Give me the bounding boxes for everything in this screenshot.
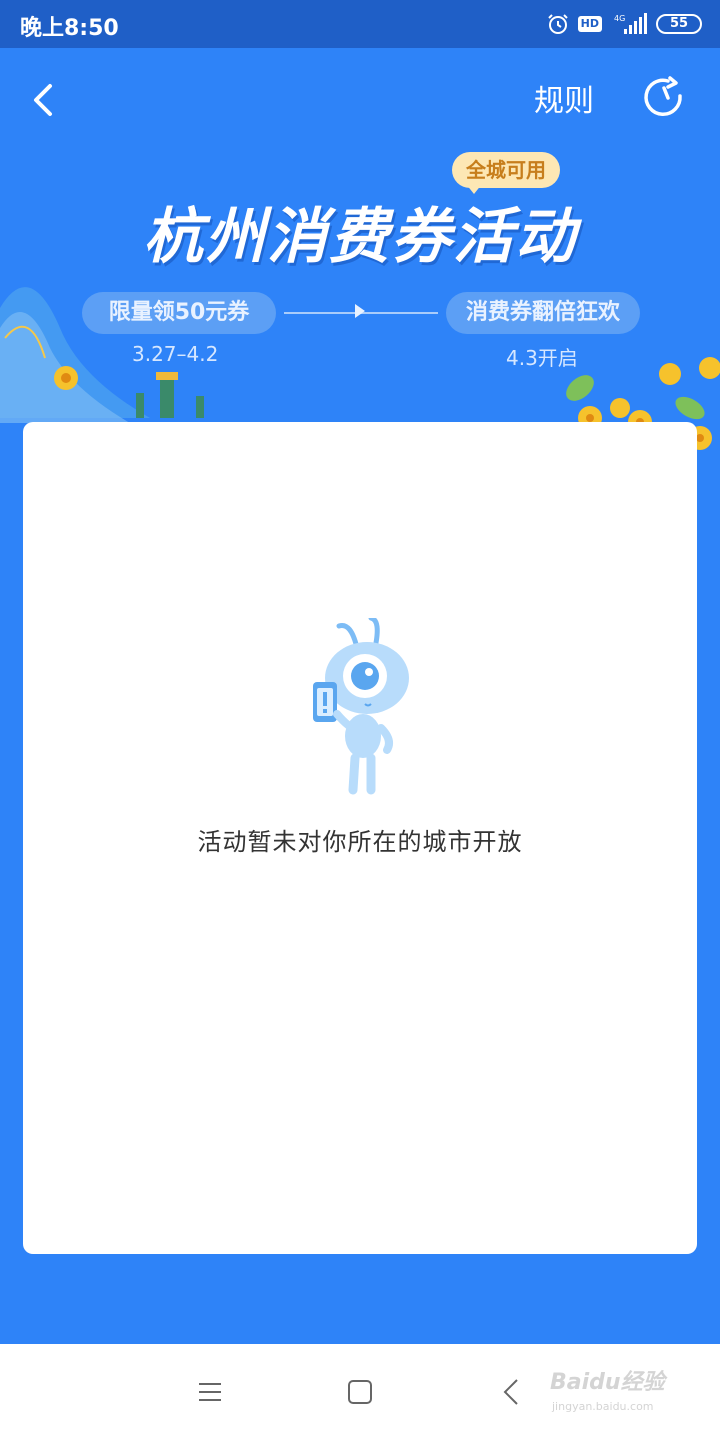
empty-state-message: 活动暂未对你所在的城市开放: [197, 828, 523, 856]
ant-mascot-illustration: [313, 618, 409, 795]
timeline-arrow-icon: [355, 304, 365, 318]
content-card: 活动暂未对你所在的城市开放: [23, 422, 697, 1254]
hd-icon: HD: [577, 16, 602, 32]
step-double-pill: 消费券翻倍狂欢: [446, 292, 640, 334]
refresh-icon[interactable]: [640, 74, 688, 122]
alarm-icon: [547, 14, 568, 34]
rules-link[interactable]: 规则: [534, 76, 594, 120]
status-bar: 晚上8:50 HD 4G 55: [0, 0, 720, 48]
chevron-left-icon: [34, 84, 52, 116]
citywide-tag: 全城可用: [452, 152, 560, 188]
menu-icon[interactable]: [190, 1372, 230, 1412]
step-double-date: 4.3开启: [506, 346, 578, 370]
app-area: 规则 全城可用 杭州消费券活动 限量领50元券 消费券翻倍狂欢 3.27–4.2…: [0, 48, 720, 1344]
battery-indicator: 55: [656, 14, 702, 34]
system-nav-bar: Baidu经验 jingyan.baidu.com: [0, 1344, 720, 1440]
nav-back-icon[interactable]: [492, 1372, 532, 1412]
svg-text:4G: 4G: [614, 14, 625, 23]
home-icon[interactable]: [340, 1372, 380, 1412]
back-button[interactable]: [22, 78, 66, 122]
watermark-url: jingyan.baidu.com: [552, 1400, 654, 1413]
step-claim-date: 3.27–4.2: [132, 342, 219, 366]
status-icons: HD 4G 55: [546, 10, 702, 38]
step-claim-pill: 限量领50元券: [82, 292, 276, 334]
status-time: 晚上8:50: [20, 16, 119, 41]
signal-icon: 4G: [614, 13, 647, 34]
watermark: Baidu经验: [550, 1370, 665, 1395]
banner-title: 杭州消费券活动: [143, 202, 577, 272]
